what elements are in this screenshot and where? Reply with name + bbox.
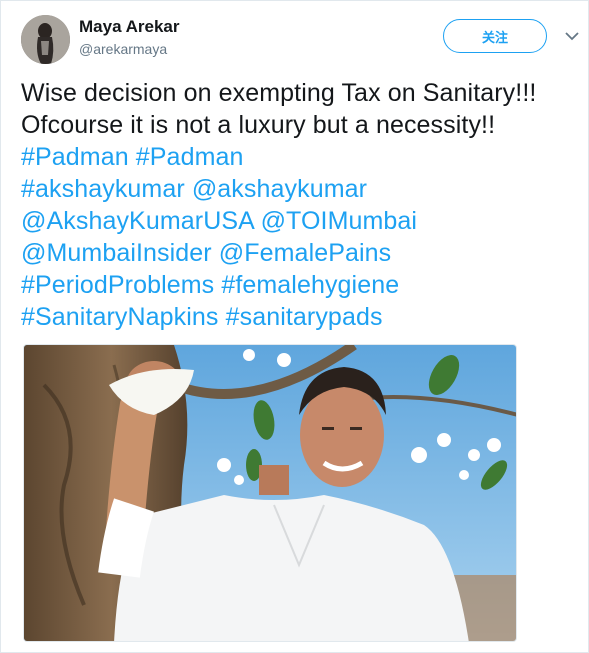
link-row: #akshaykumar @akshaykumar [21,173,586,205]
link-row: @MumbaiInsider @FemalePains [21,237,586,269]
link-row: #Padman #Padman [21,141,586,173]
photo-image [24,345,516,641]
user-info: Maya Arekar @arekarmaya [79,17,180,58]
tweet-text: Wise decision on exempting Tax on Sanita… [21,77,586,333]
tweet-text-line: Wise decision on exempting Tax on Sanita… [21,79,537,107]
mention-link[interactable]: @AkshayKumarUSA [21,207,254,235]
tweet-header: Maya Arekar @arekarmaya 关注 [21,13,579,65]
hashtag-link[interactable]: #SanitaryNapkins [21,303,219,331]
hashtag-link[interactable]: #femalehygiene [221,271,399,299]
hashtag-link[interactable]: #Padman [21,143,129,171]
link-row: @AkshayKumarUSA @TOIMumbai [21,205,586,237]
display-name[interactable]: Maya Arekar [79,17,180,37]
user-handle[interactable]: @arekarmaya [79,40,180,58]
mention-link[interactable]: @TOIMumbai [261,207,418,235]
link-row: #SanitaryNapkins #sanitarypads [21,301,586,333]
link-row: #PeriodProblems #femalehygiene [21,269,586,301]
hashtag-link[interactable]: #Padman [136,143,244,171]
avatar[interactable] [21,15,70,64]
mention-link[interactable]: @FemalePains [219,239,391,267]
chevron-down-icon[interactable] [565,31,579,41]
tweet-text-line: Ofcourse it is not a luxury but a necess… [21,111,496,139]
mention-link[interactable]: @akshaykumar [192,175,367,203]
tweet-card: Maya Arekar @arekarmaya 关注 Wise decision… [0,0,589,653]
tweet-photo[interactable] [23,344,517,642]
avatar-image [21,15,70,64]
hashtag-link[interactable]: #sanitarypads [226,303,383,331]
mention-link[interactable]: @MumbaiInsider [21,239,212,267]
follow-button[interactable]: 关注 [443,19,547,53]
hashtag-link[interactable]: #PeriodProblems [21,271,214,299]
hashtag-link[interactable]: #akshaykumar [21,175,185,203]
